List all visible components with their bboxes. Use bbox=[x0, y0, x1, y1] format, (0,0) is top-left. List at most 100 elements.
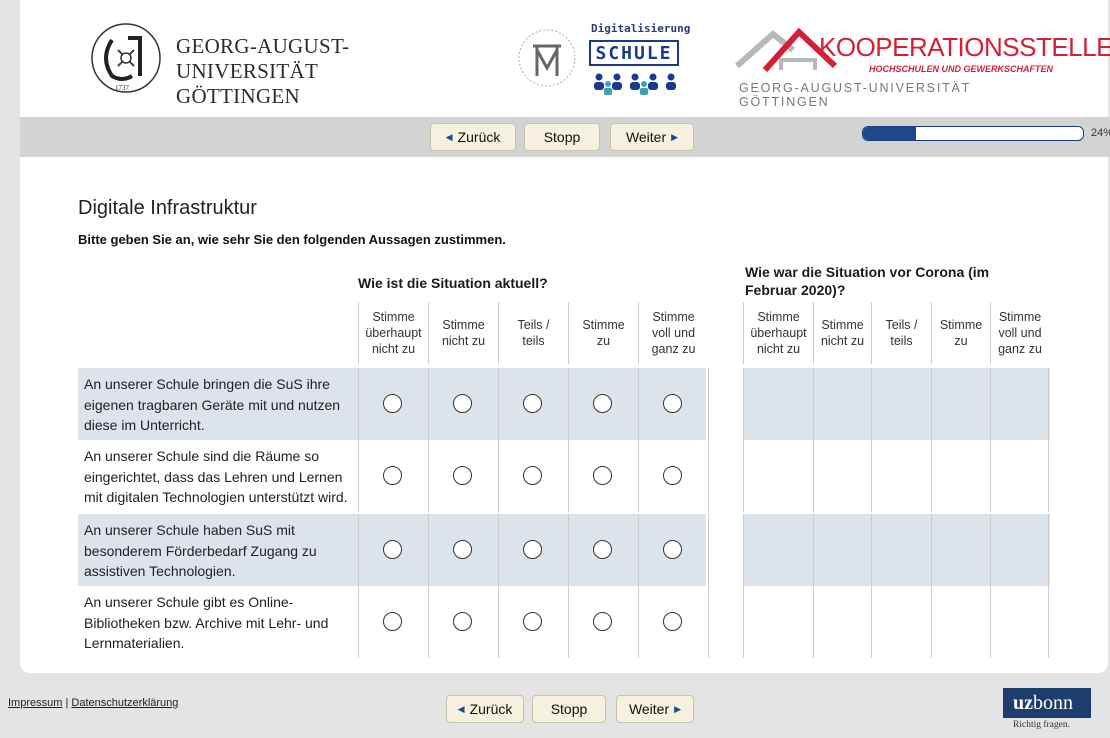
statement-text: An unserer Schule gibt es Online- Bibliot… bbox=[84, 592, 364, 654]
stop-button[interactable]: Stopp bbox=[524, 123, 600, 151]
footer-stop-button[interactable]: Stopp bbox=[532, 695, 606, 723]
column-divider bbox=[813, 368, 814, 440]
statement-text: An unserer Schule sind die Räume so einge… bbox=[84, 446, 364, 508]
column-header-b-2: Teils / teils bbox=[871, 302, 931, 364]
column-divider bbox=[1048, 440, 1049, 512]
column-header-line: nicht zu bbox=[820, 334, 865, 348]
radio-option-2[interactable] bbox=[523, 540, 542, 559]
radio-option-3[interactable] bbox=[593, 540, 612, 559]
column-header-line: Stimme bbox=[442, 318, 485, 332]
column-divider bbox=[813, 586, 814, 658]
uzbonn-slogan: Richtig fragen. bbox=[1013, 720, 1070, 730]
column-divider bbox=[990, 368, 991, 440]
column-divider bbox=[1048, 514, 1049, 586]
footer-back-button[interactable]: ◀ Zurück bbox=[446, 695, 524, 723]
footer-next-button[interactable]: Weiter ▶ bbox=[616, 695, 694, 723]
column-divider bbox=[708, 368, 709, 440]
column-divider bbox=[708, 586, 709, 658]
statement-line: eingerichtet, dass das Lehren und Lernen bbox=[84, 468, 343, 485]
statement-line: An unserer Schule haben SuS mit bbox=[84, 522, 295, 538]
next-button[interactable]: Weiter ▶ bbox=[610, 123, 694, 151]
radio-option-2[interactable] bbox=[523, 612, 542, 631]
back-button[interactable]: ◀ Zurück bbox=[430, 123, 516, 151]
next-button-label: Weiter bbox=[625, 129, 667, 145]
radio-option-3[interactable] bbox=[593, 394, 612, 413]
schule-label: SCHULE bbox=[589, 40, 679, 66]
column-divider bbox=[498, 514, 499, 586]
column-header-line: Stimme bbox=[652, 310, 695, 324]
radio-option-4[interactable] bbox=[663, 612, 682, 631]
row-band-before bbox=[744, 440, 1050, 512]
column-divider bbox=[871, 586, 872, 658]
radio-option-3[interactable] bbox=[593, 612, 612, 631]
column-header-line: nicht zu bbox=[756, 342, 801, 356]
progress-label: 24% bbox=[1091, 127, 1110, 139]
column-divider bbox=[498, 368, 499, 440]
column-divider bbox=[358, 440, 359, 512]
radio-option-0[interactable] bbox=[383, 466, 402, 485]
column-divider bbox=[931, 440, 932, 512]
column-divider bbox=[1048, 368, 1049, 440]
column-header-line: Stimme bbox=[821, 318, 864, 332]
radio-option-0[interactable] bbox=[383, 394, 402, 413]
impressum-link[interactable]: Impressum bbox=[8, 697, 62, 709]
group-before-corona-title-line1: Wie war die Situation vor Corona (im bbox=[745, 264, 990, 280]
column-divider bbox=[871, 440, 872, 512]
people-icon bbox=[594, 73, 676, 95]
row-band-before bbox=[744, 586, 1050, 658]
column-divider bbox=[708, 514, 709, 586]
column-header-line: zu bbox=[954, 334, 968, 348]
radio-option-4[interactable] bbox=[663, 466, 682, 485]
column-header-line: teils bbox=[890, 334, 913, 348]
column-divider bbox=[358, 586, 359, 658]
column-header-line: nicht zu bbox=[371, 342, 416, 356]
radio-option-3[interactable] bbox=[593, 466, 612, 485]
radio-option-1[interactable] bbox=[453, 612, 472, 631]
column-divider bbox=[990, 440, 991, 512]
university-name-line1: GEORG-AUGUST-UNIVERSITÄT bbox=[176, 34, 350, 83]
column-divider bbox=[813, 514, 814, 586]
column-header-b-1: Stimme nicht zu bbox=[813, 302, 871, 364]
column-header-a-3: Stimme zu bbox=[568, 302, 638, 364]
column-divider bbox=[871, 514, 872, 586]
column-divider bbox=[743, 368, 744, 440]
column-header-line: ganz zu bbox=[998, 342, 1042, 356]
column-header-b-3: Stimme zu bbox=[931, 302, 990, 364]
row-band-before bbox=[744, 514, 1050, 586]
column-header-line: überhaupt bbox=[750, 326, 807, 340]
radio-option-2[interactable] bbox=[523, 394, 542, 413]
radio-option-0[interactable] bbox=[383, 540, 402, 559]
radio-option-1[interactable] bbox=[453, 466, 472, 485]
footer-stop-button-label: Stopp bbox=[550, 701, 588, 717]
radio-option-1[interactable] bbox=[453, 540, 472, 559]
radio-option-4[interactable] bbox=[663, 540, 682, 559]
back-button-label: Zurück bbox=[457, 129, 501, 145]
column-divider bbox=[813, 440, 814, 512]
column-divider bbox=[871, 368, 872, 440]
progress-fill bbox=[863, 127, 916, 140]
radio-option-1[interactable] bbox=[453, 394, 472, 413]
column-divider bbox=[638, 586, 639, 658]
column-divider bbox=[428, 586, 429, 658]
radio-option-2[interactable] bbox=[523, 466, 542, 485]
footer-next-button-label: Weiter bbox=[628, 701, 670, 717]
column-header-line: Stimme bbox=[939, 318, 983, 332]
foundation-seal-icon bbox=[518, 29, 576, 87]
uzbonn-box: uzbonn bbox=[1003, 688, 1091, 718]
column-header-a-0: Stimme überhaupt nicht zu bbox=[358, 302, 428, 364]
group-before-corona-title-line2: Februar 2020)? bbox=[745, 282, 846, 298]
group-current-title: Wie ist die Situation aktuell? bbox=[358, 275, 548, 291]
radio-option-0[interactable] bbox=[383, 612, 402, 631]
column-header-a-4: Stimme voll und ganz zu bbox=[638, 302, 708, 364]
column-header-b-0: Stimme überhaupt nicht zu bbox=[743, 302, 813, 364]
statement-line: An unserer Schule gibt es Online- bbox=[84, 594, 294, 610]
stop-button-label: Stopp bbox=[543, 129, 581, 145]
chevron-right-icon: ▶ bbox=[674, 703, 682, 714]
statement-line: eigenen tragbaren Geräte mit und nutzen bbox=[84, 396, 341, 413]
radio-option-4[interactable] bbox=[663, 394, 682, 413]
column-divider bbox=[990, 514, 991, 586]
matrix-row: An unserer Schule gibt es Online- Bibliot… bbox=[78, 586, 1050, 658]
digitalisierung-label: Digitalisierung bbox=[591, 22, 691, 35]
column-header-line: zu bbox=[596, 334, 611, 348]
privacy-link[interactable]: Datenschutzerklärung bbox=[71, 697, 178, 709]
